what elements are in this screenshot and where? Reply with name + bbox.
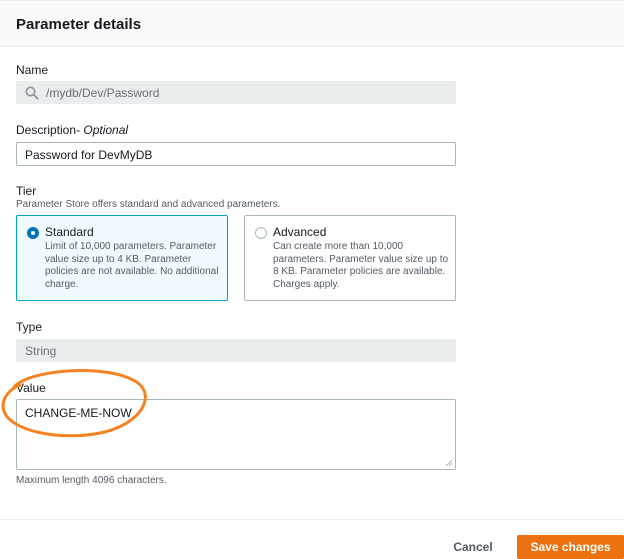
save-changes-button[interactable]: Save changes — [517, 535, 624, 559]
standard-description: Limit of 10,000 parameters. Parameter va… — [45, 241, 219, 290]
type-value: String — [25, 344, 57, 358]
panel-header: Parameter details — [0, 1, 624, 47]
advanced-title: Advanced — [273, 225, 327, 239]
description-label: Description- Optional — [16, 123, 128, 137]
tier-option-standard[interactable]: Standard Limit of 10,000 parameters. Par… — [16, 215, 228, 301]
tier-description: Parameter Store offers standard and adva… — [16, 199, 281, 210]
advanced-radio[interactable] — [255, 227, 267, 239]
value-textarea[interactable]: CHANGE-ME-NOW — [16, 399, 456, 470]
optional-tag: - Optional — [76, 123, 129, 137]
description-value: Password for DevMyDB — [25, 148, 153, 162]
value-label: Value — [16, 381, 46, 395]
value-hint: Maximum length 4096 characters. — [16, 475, 167, 486]
type-label: Type — [16, 320, 43, 334]
tier-label: Tier — [16, 184, 37, 198]
name-field: /mydb/Dev/Password — [16, 81, 456, 104]
type-field: String — [16, 339, 456, 362]
standard-radio[interactable] — [27, 227, 39, 239]
advanced-description: Can create more than 10,000 parameters. … — [273, 241, 449, 290]
tier-option-advanced[interactable]: Advanced Can create more than 10,000 par… — [244, 215, 456, 301]
description-input[interactable]: Password for DevMyDB — [16, 142, 456, 166]
value-text: CHANGE-ME-NOW — [25, 406, 132, 420]
cancel-button[interactable]: Cancel — [442, 535, 504, 559]
footer: Cancel Save changes — [0, 520, 624, 559]
name-value: /mydb/Dev/Password — [46, 86, 160, 100]
search-icon — [25, 86, 39, 100]
description-label-text: Description — [16, 123, 77, 137]
resize-handle-icon[interactable] — [445, 459, 453, 467]
panel-title: Parameter details — [16, 16, 142, 33]
standard-title: Standard — [45, 225, 94, 239]
name-label: Name — [16, 63, 49, 77]
